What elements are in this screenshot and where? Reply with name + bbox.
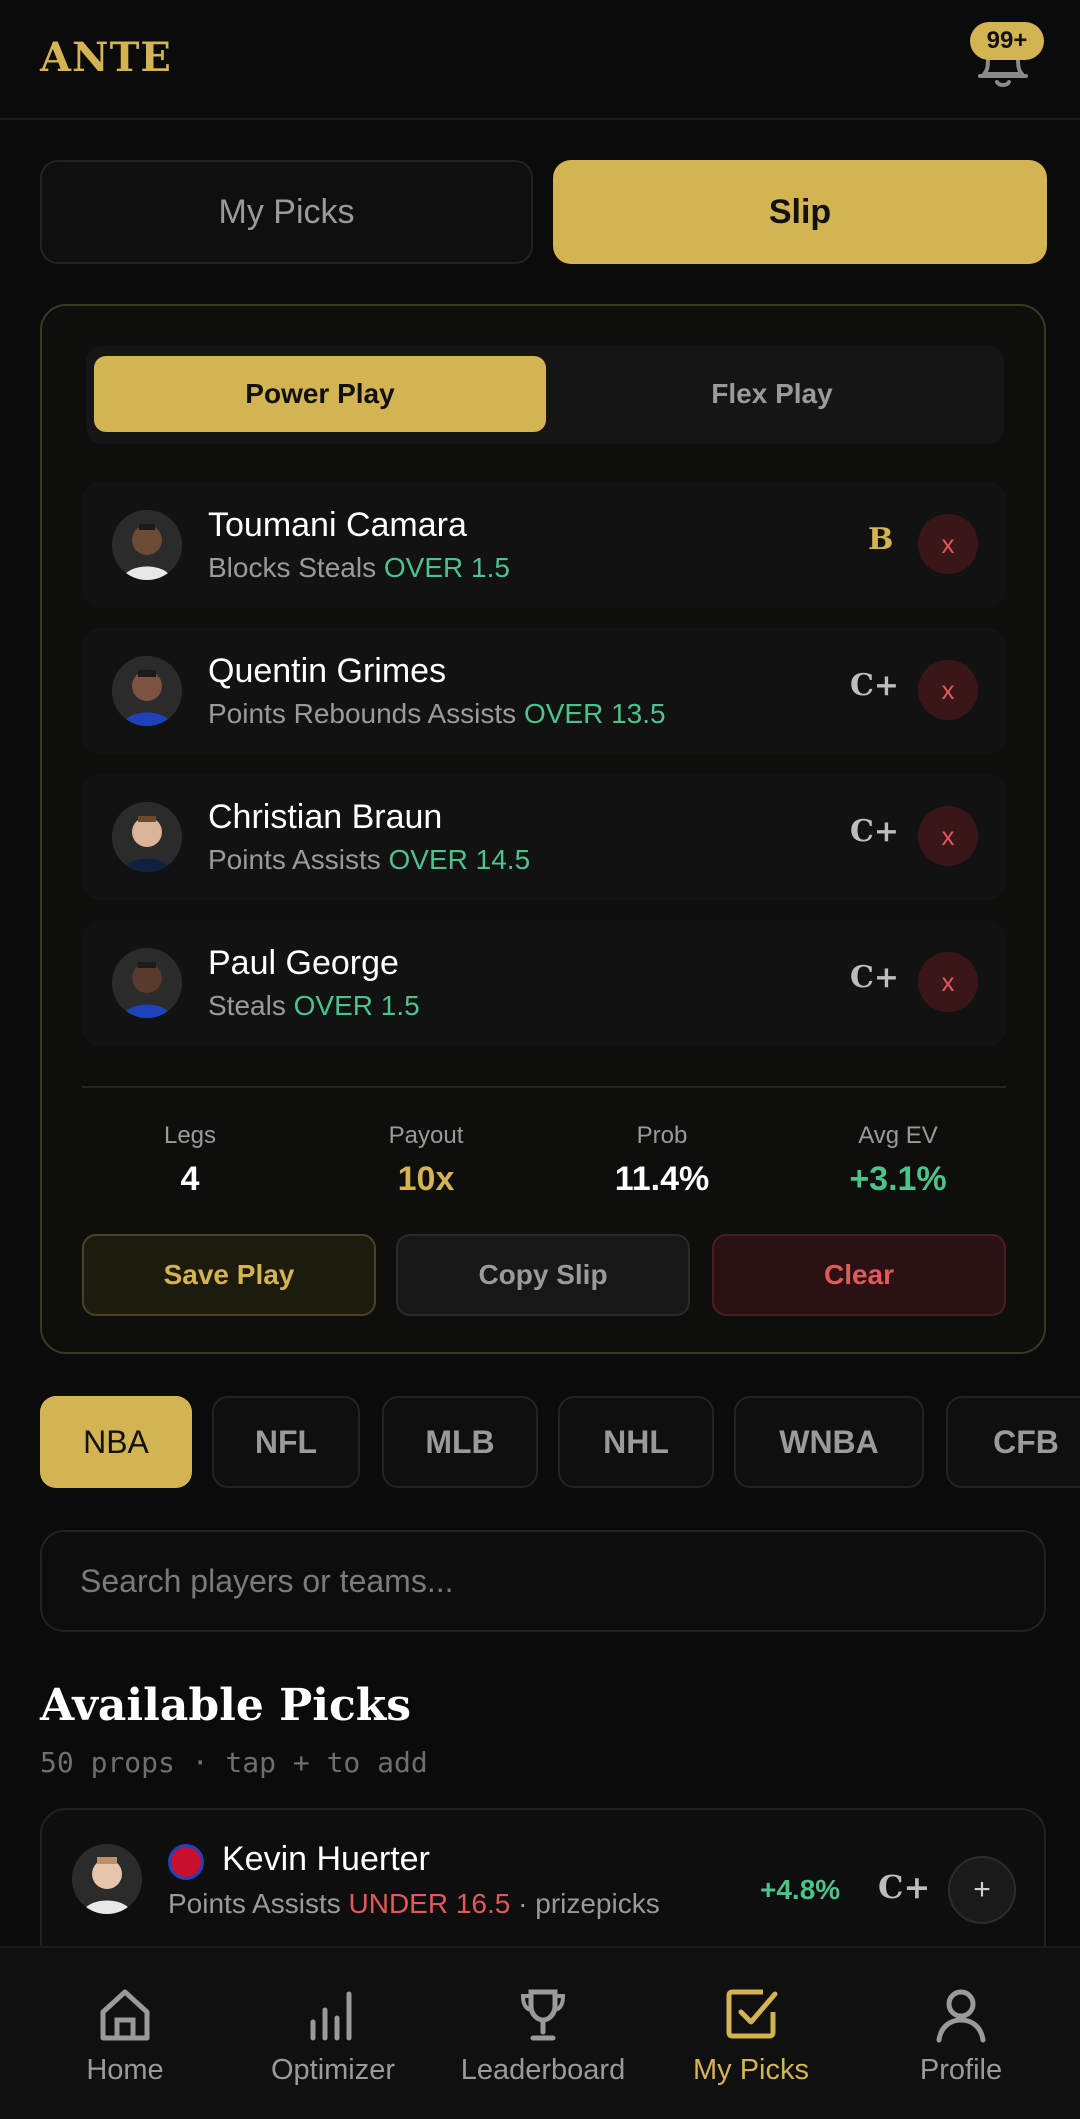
slip-pick-row: Paul George Steals OVER 1.5 C+ x bbox=[82, 920, 1006, 1046]
league-chip-nba[interactable]: NBA bbox=[40, 1396, 192, 1488]
slip-pick-row: Quentin Grimes Points Rebounds Assists O… bbox=[82, 628, 1006, 754]
add-pick-button[interactable]: + bbox=[948, 1856, 1016, 1924]
slip-card: Power Play Flex Play Toumani Camara Bloc… bbox=[40, 304, 1046, 1354]
tab-slip[interactable]: Slip bbox=[553, 160, 1047, 264]
section-title: Available Picks bbox=[40, 1680, 412, 1731]
stat-avg-ev: Avg EV +3.1% bbox=[849, 1122, 947, 1198]
slip-pick-row: Christian Braun Points Assists OVER 14.5… bbox=[82, 774, 1006, 900]
bottom-nav: Home Optimizer Leaderboard My Picks Prof… bbox=[0, 1946, 1080, 2119]
player-name: Quentin Grimes bbox=[208, 652, 447, 690]
prop-line: Points Assists OVER 14.5 bbox=[208, 844, 531, 875]
remove-pick-button[interactable]: x bbox=[918, 660, 978, 720]
player-name: Toumani Camara bbox=[208, 506, 467, 544]
prop-line: Steals OVER 1.5 bbox=[208, 990, 420, 1021]
slip-pick-row: Toumani Camara Blocks Steals OVER 1.5 B … bbox=[82, 482, 1006, 608]
grade-badge: C+ bbox=[850, 668, 900, 703]
user-icon bbox=[936, 1989, 986, 2043]
prop-line: Points Assists UNDER 16.5 · prizepicks bbox=[168, 1888, 660, 1919]
player-avatar bbox=[112, 802, 182, 872]
divider bbox=[82, 1086, 1006, 1088]
app-logo: ANTE bbox=[40, 34, 172, 81]
section-subtitle: 50 props · tap + to add bbox=[40, 1746, 428, 1779]
player-name: Paul George bbox=[208, 944, 399, 982]
league-chip-cfb[interactable]: CFB bbox=[946, 1396, 1080, 1488]
trophy-icon bbox=[520, 1989, 566, 2041]
home-icon bbox=[100, 1989, 150, 2041]
prop-line: Blocks Steals OVER 1.5 bbox=[208, 552, 510, 583]
nav-leaderboard[interactable]: Leaderboard bbox=[438, 1984, 648, 2087]
bar-chart-icon bbox=[310, 1991, 352, 2041]
prop-line: Points Rebounds Assists OVER 13.5 bbox=[208, 698, 666, 729]
search-input[interactable] bbox=[80, 1532, 1000, 1630]
league-chip-mlb[interactable]: MLB bbox=[382, 1396, 538, 1488]
stat-probability: Prob 11.4% bbox=[614, 1122, 710, 1198]
league-chip-wnba[interactable]: WNBA bbox=[734, 1396, 924, 1488]
nav-optimizer[interactable]: Optimizer bbox=[228, 1984, 438, 2087]
player-avatar bbox=[72, 1844, 142, 1914]
league-chip-nhl[interactable]: NHL bbox=[558, 1396, 714, 1488]
remove-pick-button[interactable]: x bbox=[918, 952, 978, 1012]
copy-slip-button[interactable]: Copy Slip bbox=[396, 1234, 690, 1316]
player-avatar bbox=[112, 510, 182, 580]
tab-my-picks[interactable]: My Picks bbox=[40, 160, 533, 264]
player-avatar bbox=[112, 656, 182, 726]
power-play-button[interactable]: Power Play bbox=[94, 356, 546, 432]
team-logo-icon bbox=[168, 1844, 204, 1880]
checkbox-icon bbox=[726, 1989, 778, 2039]
remove-pick-button[interactable]: x bbox=[918, 806, 978, 866]
flex-play-button[interactable]: Flex Play bbox=[546, 356, 998, 432]
grade-badge: C+ bbox=[850, 814, 900, 849]
league-chip-nfl[interactable]: NFL bbox=[212, 1396, 360, 1488]
search-box bbox=[40, 1530, 1046, 1632]
notification-badge[interactable]: 99+ bbox=[970, 22, 1044, 60]
nav-my-picks[interactable]: My Picks bbox=[646, 1984, 856, 2087]
stat-legs: Legs 4 bbox=[163, 1122, 217, 1198]
player-avatar bbox=[112, 948, 182, 1018]
save-play-button[interactable]: Save Play bbox=[82, 1234, 376, 1316]
remove-pick-button[interactable]: x bbox=[918, 514, 978, 574]
clear-slip-button[interactable]: Clear bbox=[712, 1234, 1006, 1316]
player-name: Kevin Huerter bbox=[222, 1840, 430, 1878]
play-mode-toggle: Power Play Flex Play bbox=[86, 346, 1004, 444]
ev-value: +4.8% bbox=[760, 1874, 841, 1905]
grade-badge: C+ bbox=[850, 960, 900, 995]
nav-profile[interactable]: Profile bbox=[856, 1984, 1066, 2087]
player-name: Christian Braun bbox=[208, 798, 443, 836]
grade-badge: C+ bbox=[878, 1868, 931, 1906]
grade-badge: B bbox=[868, 522, 894, 557]
top-bar: ANTE 99+ bbox=[0, 0, 1080, 120]
stat-payout: Payout 10x bbox=[388, 1122, 464, 1198]
league-filter: NBA NFL MLB NHL WNBA CFB bbox=[0, 1396, 1080, 1488]
nav-home[interactable]: Home bbox=[20, 1984, 230, 2087]
